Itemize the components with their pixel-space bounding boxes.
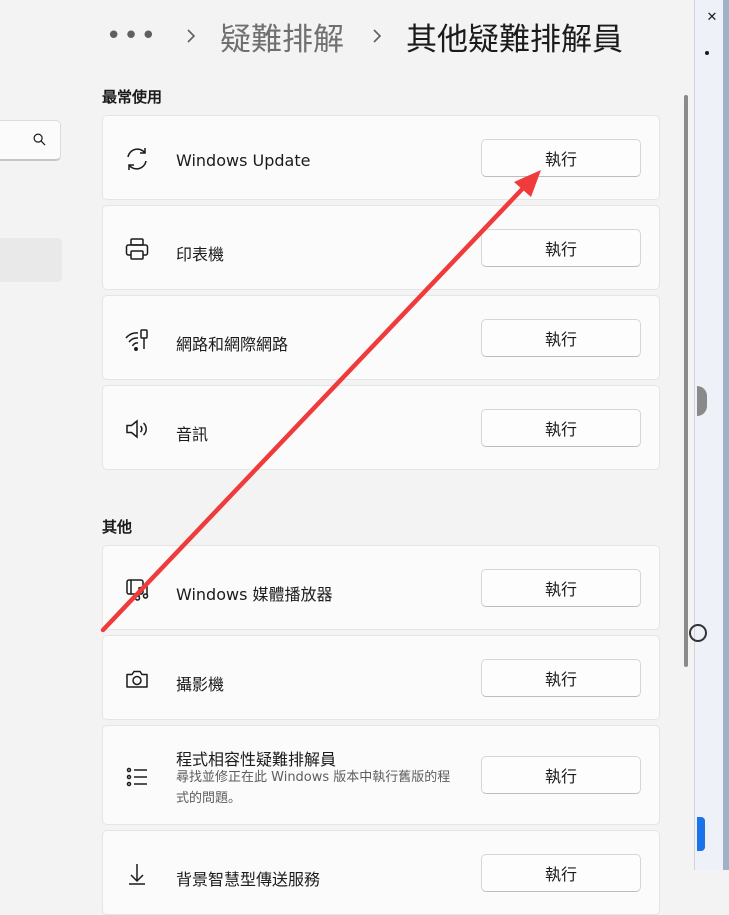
navigation-pane: [0, 0, 100, 870]
run-button-printer[interactable]: 執行: [481, 229, 641, 267]
circle-icon: [689, 624, 707, 642]
window-edge: [723, 0, 729, 870]
troubleshooter-card-camera: 攝影機 執行: [102, 635, 660, 720]
breadcrumb-troubleshoot[interactable]: 疑難排解: [220, 14, 344, 59]
breadcrumb-more-button[interactable]: •••: [106, 21, 158, 51]
troubleshooter-title: 攝影機: [176, 675, 225, 694]
troubleshooter-card-compatibility: 程式相容性疑難排解員 尋找並修正在此 Windows 版本中執行舊版的程式的問題…: [102, 725, 660, 825]
run-button-camera[interactable]: 執行: [481, 659, 641, 697]
troubleshooter-card-printer: 印表機 執行: [102, 205, 660, 290]
media-player-icon: [123, 575, 151, 603]
list-icon: [123, 763, 151, 791]
run-button-windows-update[interactable]: 執行: [481, 139, 641, 177]
close-button[interactable]: ✕: [701, 6, 723, 28]
search-input[interactable]: [0, 120, 61, 161]
section-title-frequent: 最常使用: [102, 88, 163, 106]
run-button-bits[interactable]: 執行: [481, 854, 641, 892]
network-icon: [123, 325, 151, 353]
avatar: [697, 386, 707, 416]
troubleshooter-title: 網路和網際網路: [176, 335, 289, 354]
nav-item-selected[interactable]: [0, 238, 62, 282]
background-window: ✕: [689, 0, 729, 870]
bullet-dot: [705, 51, 709, 55]
close-icon: ✕: [706, 9, 718, 25]
page-title: 其他疑難排解員: [406, 21, 624, 58]
search-icon: [33, 133, 46, 146]
troubleshooter-title: Windows 媒體播放器: [176, 585, 333, 604]
arrow-icon: [123, 860, 151, 888]
run-button-media-player[interactable]: 執行: [481, 569, 641, 607]
troubleshooter-card-windows-update: Windows Update 執行: [102, 115, 660, 200]
breadcrumb: ••• 疑難排解 其他疑難排解員: [106, 14, 623, 58]
troubleshooter-card-audio: 音訊 執行: [102, 385, 660, 470]
run-button-audio[interactable]: 執行: [481, 409, 641, 447]
chevron-right-icon: [186, 28, 196, 44]
troubleshooter-title: Windows Update: [176, 151, 311, 170]
scrollbar-thumb[interactable]: [684, 95, 688, 667]
chevron-right-icon: [372, 28, 382, 44]
section-title-other: 其他: [102, 518, 133, 536]
run-button-network[interactable]: 執行: [481, 319, 641, 357]
troubleshooter-description: 尋找並修正在此 Windows 版本中執行舊版的程式的問題。: [176, 770, 451, 806]
troubleshooter-title: 印表機: [176, 245, 225, 264]
camera-icon: [123, 665, 151, 693]
speaker-icon: [123, 415, 151, 443]
run-button-compatibility[interactable]: 執行: [481, 756, 641, 794]
troubleshooter-card-network: 網路和網際網路 執行: [102, 295, 660, 380]
troubleshooter-card-media-player: Windows 媒體播放器 執行: [102, 545, 660, 630]
troubleshooter-title: 音訊: [176, 425, 209, 444]
primary-button[interactable]: [697, 817, 705, 851]
printer-icon: [123, 235, 151, 263]
troubleshooter-card-bits: 背景智慧型傳送服務 執行: [102, 830, 660, 915]
main-content: ••• 疑難排解 其他疑難排解員 最常使用 Windows Update 執行: [100, 0, 695, 915]
sync-icon: [123, 145, 151, 173]
